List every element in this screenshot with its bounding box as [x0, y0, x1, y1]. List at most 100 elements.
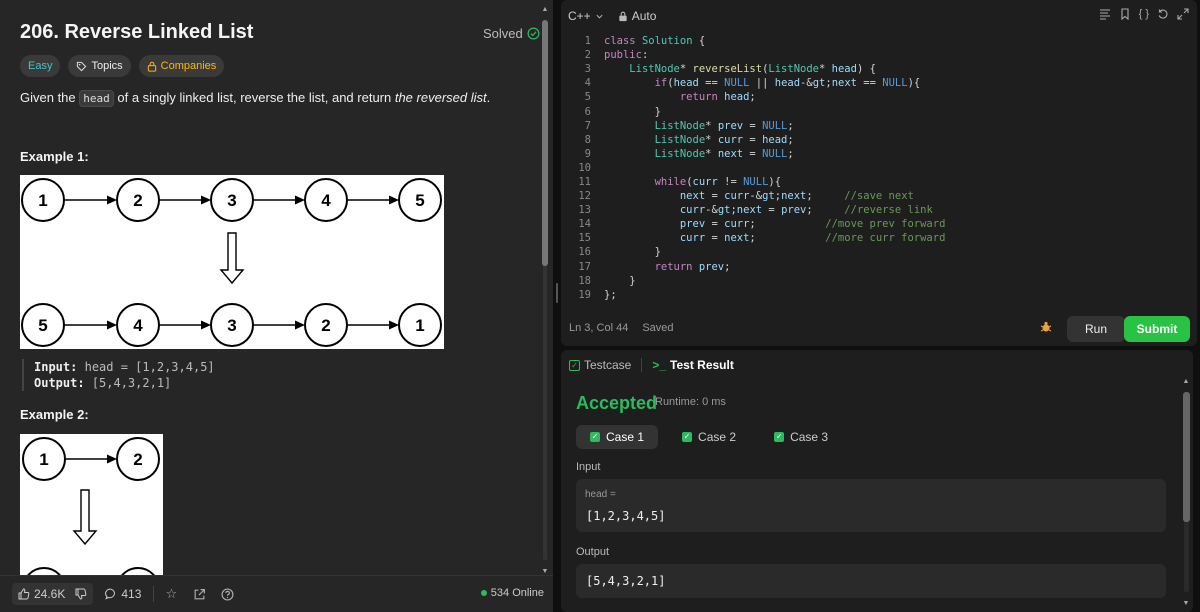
code-line[interactable]: 17 return prev; — [561, 260, 1197, 274]
code-line[interactable]: 15 curr = next; //more curr forward — [561, 231, 1197, 245]
desc-code-head: head — [79, 90, 114, 107]
list-node-bottom-2: 4 — [116, 303, 160, 347]
companies-tag[interactable]: Companies — [138, 55, 225, 77]
example-1-diagram: 1 2 3 4 5 5 4 3 2 1 — [20, 175, 444, 349]
tab-test-result[interactable]: >_ Test Result — [652, 358, 733, 372]
auto-mode-toggle[interactable]: Auto — [618, 9, 656, 23]
thumbs-up-icon — [18, 588, 30, 600]
code-line[interactable]: 2 public: — [561, 48, 1197, 62]
share-icon[interactable] — [188, 583, 210, 605]
scroll-down-arrow-icon[interactable]: ▼ — [1182, 600, 1190, 608]
code-line[interactable]: 12 next = curr-&gt;next; //save next — [561, 189, 1197, 203]
problem-description-scroll[interactable]: 206. Reverse Linked List Solved Easy Top… — [0, 0, 540, 575]
case-tab-1[interactable]: ✓ Case 1 — [576, 425, 659, 449]
cursor-position: Ln 3, Col 44 — [569, 322, 629, 334]
thumbs-down-icon[interactable] — [75, 588, 87, 600]
svg-text:5: 5 — [415, 191, 424, 210]
expand-icon[interactable] — [1177, 8, 1189, 20]
code-line[interactable]: 14 prev = curr; //move prev forward — [561, 217, 1197, 231]
tab-test-result-label: Test Result — [670, 358, 734, 372]
line-number: 17 — [578, 260, 591, 273]
code-line[interactable]: 13 curr-&gt;next = prev; //reverse link — [561, 203, 1197, 217]
online-indicator: 534 Online — [480, 587, 544, 599]
list-node-bottom-1: 5 — [21, 303, 65, 347]
tab-testcase[interactable]: ✓ Testcase — [569, 358, 631, 372]
line-number: 18 — [578, 274, 591, 287]
case-tabs: ✓ Case 1 ✓ Case 2 ✓ Case 3 — [576, 425, 842, 449]
case-tab-3[interactable]: ✓ Case 3 — [760, 425, 842, 449]
svg-text:4: 4 — [321, 191, 331, 210]
comments-button[interactable]: 413 — [99, 583, 147, 605]
svg-text:1: 1 — [38, 191, 47, 210]
editor-status-bar: Ln 3, Col 44 Saved — [569, 322, 674, 334]
bookmark-icon[interactable] — [1119, 8, 1131, 20]
code-line[interactable]: 4 if(head == NULL || head-&gt;next == NU… — [561, 76, 1197, 90]
like-button[interactable]: 24.6K — [12, 583, 94, 605]
braces-icon[interactable]: { } — [1139, 8, 1149, 20]
online-count: 534 Online — [490, 587, 544, 599]
problem-scrollbar[interactable]: ▲ ▼ — [541, 6, 549, 576]
language-label: C++ — [568, 9, 591, 23]
check-icon: ✓ — [590, 432, 600, 442]
list-node-ex2-1: 1 — [22, 437, 66, 481]
tab-divider — [641, 358, 643, 372]
list-node-ex2-bottom-partial — [121, 567, 155, 575]
line-code: if(head == NULL || head-&gt;next == NULL… — [654, 77, 921, 90]
reset-icon[interactable] — [1157, 8, 1169, 20]
list-node-top-4: 4 — [304, 178, 348, 222]
result-panel: ✓ Testcase >_ Test Result Accepted Runti… — [561, 350, 1193, 612]
resize-grip[interactable] — [556, 283, 558, 303]
submit-button[interactable]: Submit — [1124, 316, 1190, 342]
desc-emphasis: the reversed list — [394, 90, 487, 105]
language-selector[interactable]: C++ — [568, 9, 604, 23]
difficulty-tag[interactable]: Easy — [20, 55, 61, 77]
scroll-up-arrow-icon[interactable]: ▲ — [1182, 378, 1190, 386]
scroll-thumb[interactable] — [542, 20, 548, 266]
line-code: next = curr-&gt;next; //save next — [679, 190, 914, 203]
code-line[interactable]: 18 } — [561, 274, 1197, 288]
scroll-thumb[interactable] — [1183, 392, 1190, 522]
line-code: }; — [604, 288, 617, 301]
topics-tag[interactable]: Topics — [68, 55, 131, 77]
link-arrow-top — [64, 195, 117, 205]
help-icon[interactable] — [216, 583, 238, 605]
debug-icon[interactable] — [1039, 320, 1053, 337]
comment-icon — [105, 588, 116, 600]
line-code: } — [604, 105, 661, 118]
code-line[interactable]: 1 class Solution { — [561, 34, 1197, 48]
svg-text:3: 3 — [227, 316, 236, 335]
code-line[interactable]: 11 while(curr != NULL){ — [561, 175, 1197, 189]
chevron-down-icon — [596, 14, 603, 19]
line-code: while(curr != NULL){ — [654, 175, 782, 188]
panel-resize-handle[interactable] — [553, 0, 561, 612]
scroll-up-arrow-icon[interactable]: ▲ — [541, 6, 549, 14]
line-number: 19 — [578, 288, 591, 301]
code-lines[interactable]: 1 class Solution {2 public: 3 ListNode* rev… — [561, 34, 1197, 302]
verdict-text: Accepted — [576, 393, 658, 413]
star-icon[interactable]: ☆ — [160, 583, 182, 605]
tab-testcase-label: Testcase — [584, 358, 632, 372]
list-node-top-3: 3 — [210, 178, 254, 222]
code-line[interactable]: 16 } — [561, 245, 1197, 259]
svg-text:2: 2 — [133, 191, 142, 210]
input-value: [1,2,3,4,5] — [586, 509, 666, 523]
code-line[interactable]: 10 — [561, 161, 1197, 175]
code-line[interactable]: 19}; — [561, 288, 1197, 302]
format-list-icon[interactable] — [1099, 8, 1111, 20]
code-line[interactable]: 8 ListNode* curr = head; — [561, 133, 1197, 147]
code-line[interactable]: 7 ListNode* prev = NULL; — [561, 119, 1197, 133]
line-code: ListNode* next = NULL; — [654, 147, 794, 160]
svg-text:1: 1 — [39, 450, 48, 469]
line-code: class Solution { — [604, 35, 706, 48]
problem-tags: Easy Topics Companies — [20, 55, 225, 77]
run-button[interactable]: Run — [1067, 316, 1125, 342]
input-key: head = — [585, 489, 616, 500]
code-line[interactable]: 3 ListNode* reverseList(ListNode* head) … — [561, 62, 1197, 76]
code-line[interactable]: 9 ListNode* next = NULL; — [561, 147, 1197, 161]
result-scrollbar[interactable]: ▲ ▼ — [1181, 378, 1191, 608]
code-line[interactable]: 5 return head; — [561, 90, 1197, 104]
output-value: [5,4,3,2,1] — [586, 574, 666, 588]
case-tab-2[interactable]: ✓ Case 2 — [668, 425, 750, 449]
case-label: Case 2 — [698, 430, 737, 444]
code-line[interactable]: 6 } — [561, 104, 1197, 118]
